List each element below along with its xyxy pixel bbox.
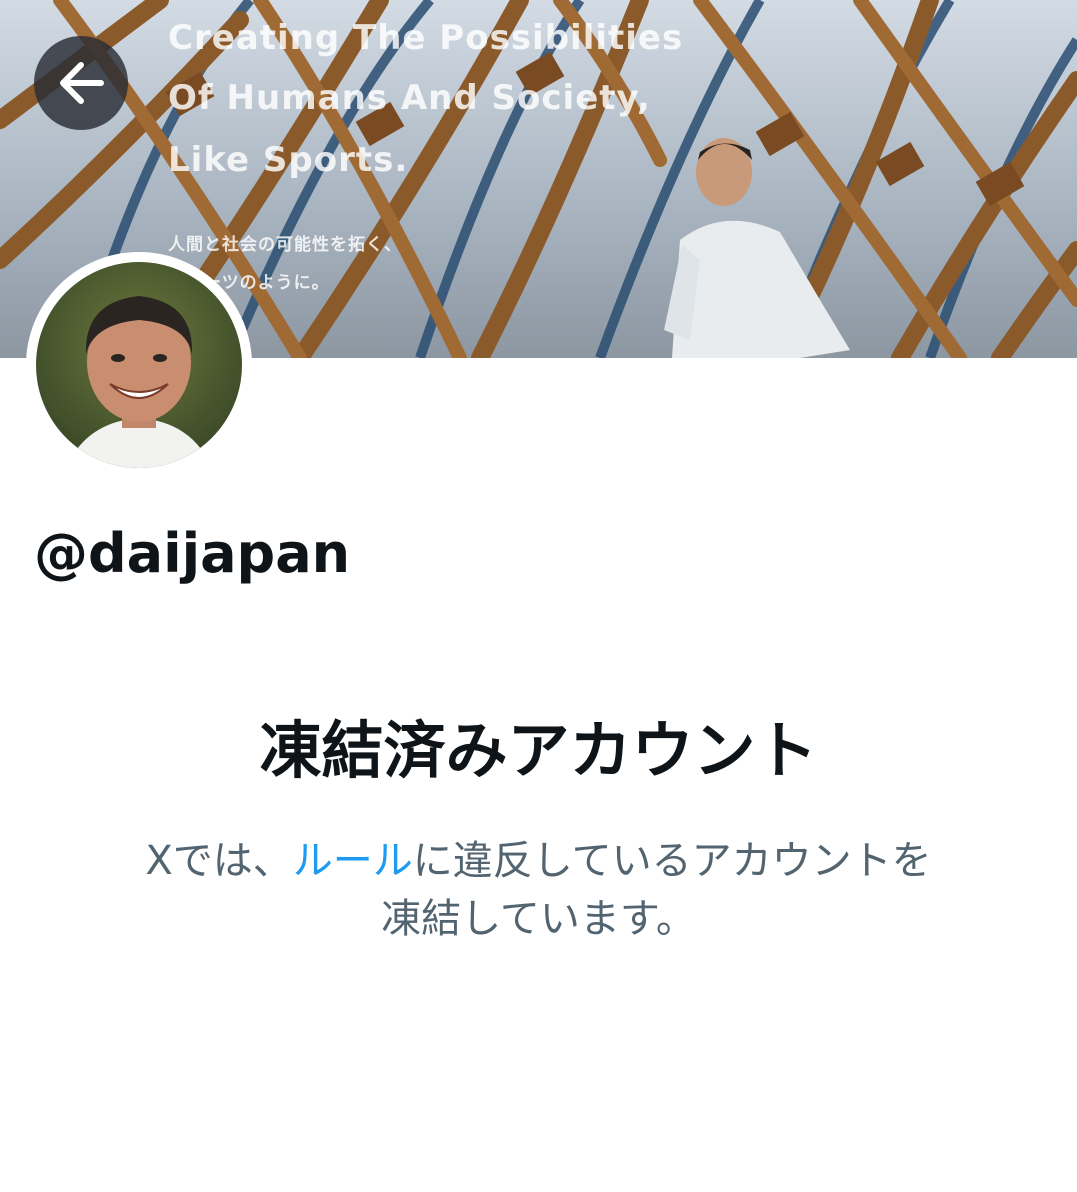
banner-text-line: 人間と社会の可能性を拓く、 (168, 235, 402, 255)
arrow-left-icon (60, 62, 104, 104)
description-prefix: Xでは、 (145, 838, 293, 884)
suspended-description: Xでは、ルールに違反しているアカウントを 凍結しています。 (60, 832, 1017, 948)
profile-handle: @daijapan (34, 522, 351, 585)
banner-text-line: Creating The Possibilities (168, 18, 684, 58)
banner-text-line: Like Sports. (168, 140, 409, 180)
avatar-image (36, 262, 242, 468)
back-button[interactable] (34, 36, 128, 130)
avatar[interactable] (26, 252, 252, 478)
description-line2: 凍結しています。 (381, 896, 696, 942)
suspended-title: 凍結済みアカウント (259, 714, 818, 787)
description-suffix: に違反しているアカウントを (412, 838, 932, 884)
banner-text-line: Of Humans And Society, (168, 78, 651, 118)
rules-link[interactable]: ルール (293, 838, 413, 884)
